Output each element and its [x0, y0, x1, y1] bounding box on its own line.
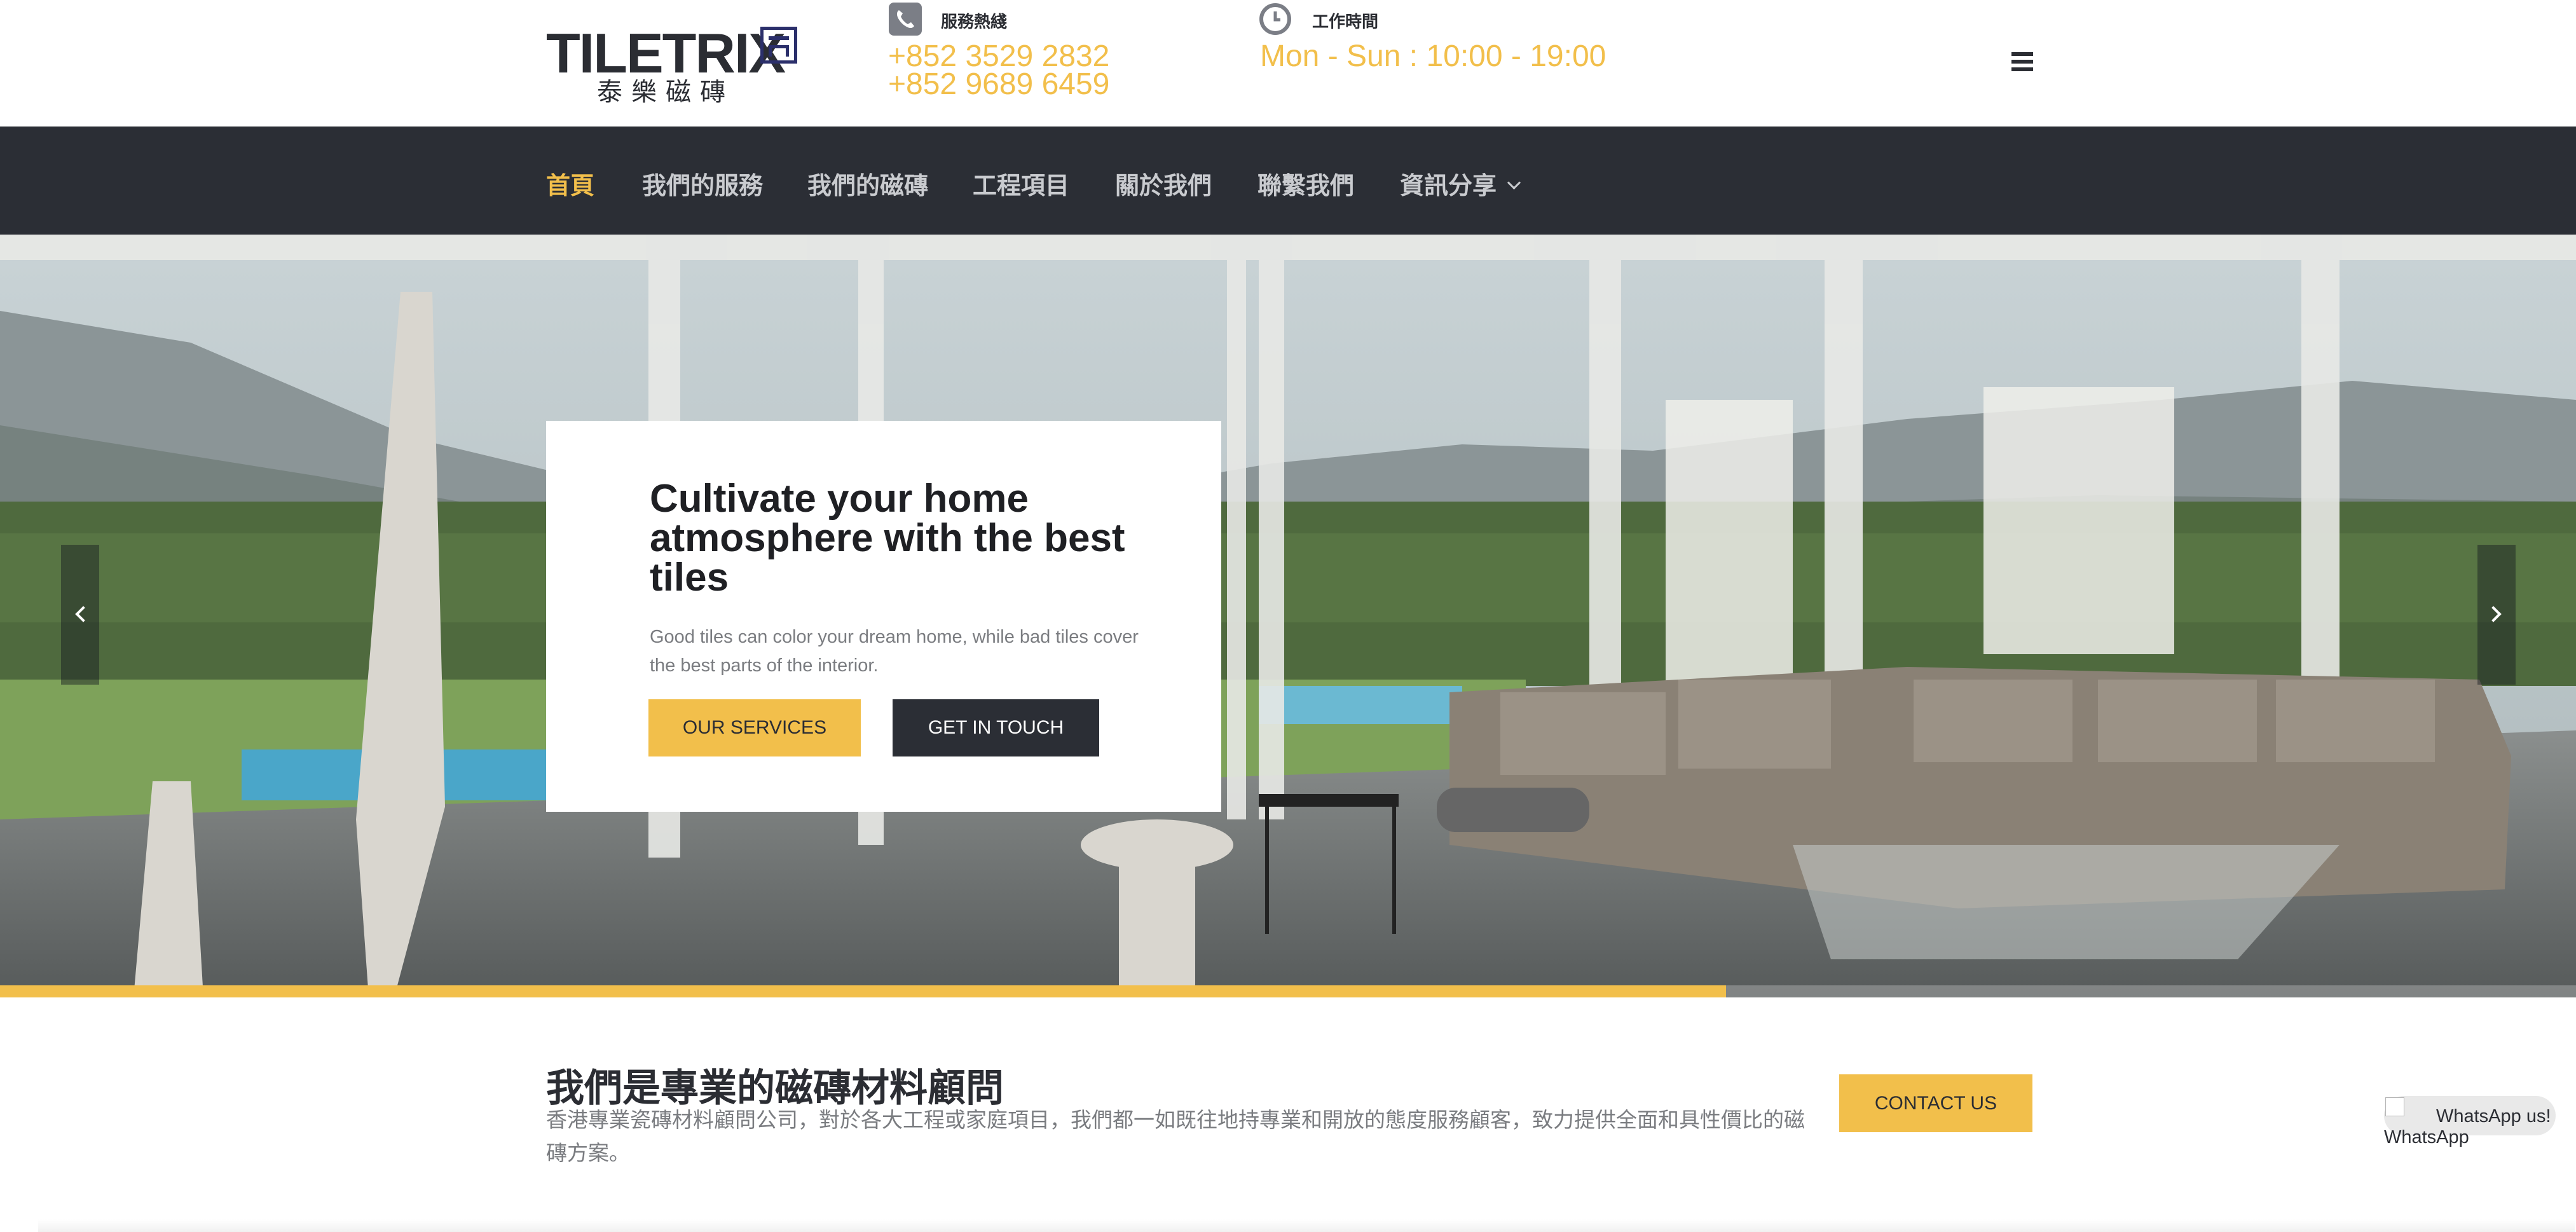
whatsapp-alt-text: WhatsApp	[2384, 1127, 2469, 1147]
nav-item-news-label: 資訊分享	[1400, 173, 1497, 200]
nav-item-about[interactable]: 關於我們	[1115, 166, 1212, 201]
phone-label: 服務熱綫	[941, 12, 1008, 31]
contact-us-button[interactable]: CONTACT US	[1839, 1074, 2032, 1132]
nav-item-services[interactable]: 我們的服務	[642, 166, 763, 201]
nav-item-tiles[interactable]: 我們的磁磚	[807, 166, 928, 201]
whatsapp-bubble-text[interactable]: WhatsApp us!	[2436, 1106, 2551, 1127]
site-logo[interactable]: TILETRIX 泰樂磁磚	[546, 25, 797, 107]
whatsapp-icon	[2385, 1097, 2404, 1116]
slide-progress-bar	[0, 985, 1726, 997]
chevron-down-icon	[1507, 175, 1521, 190]
hero-card: Cultivate your home atmosphere with the …	[546, 421, 1221, 812]
phone-number-2[interactable]: +852 9689 6459	[888, 69, 1109, 100]
hero-background-image	[0, 235, 2576, 997]
section-divider	[38, 1219, 2575, 1232]
clock-icon	[1259, 3, 1291, 35]
main-navigation: 首頁 我們的服務 我們的磁磚 工程項目 關於我們 聯繫我們 資訊分享	[0, 127, 2576, 235]
phone-icon	[889, 3, 922, 36]
logo-emblem-icon	[760, 27, 797, 64]
hero-next-arrow-icon[interactable]	[2477, 545, 2516, 685]
get-in-touch-button[interactable]: GET IN TOUCH	[893, 699, 1099, 756]
top-header: TILETRIX 泰樂磁磚 服務熱綫 +852 3529 2832 +852 9…	[0, 0, 2576, 127]
nav-item-home[interactable]: 首頁	[546, 166, 594, 201]
nav-item-news-dropdown[interactable]: 資訊分享	[1400, 166, 1521, 201]
hours-label: 工作時間	[1312, 12, 1379, 31]
nav-item-projects[interactable]: 工程項目	[973, 166, 1069, 201]
intro-description: 香港專業瓷磚材料顧問公司，對於各大工程或家庭項目，我們都一如既往地持專業和開放的…	[546, 1108, 1805, 1165]
nav-item-contact[interactable]: 聯繫我們	[1257, 166, 1354, 201]
hero-description: Good tiles can color your dream home, wh…	[650, 627, 1139, 676]
hamburger-menu-icon[interactable]	[2011, 52, 2033, 72]
our-services-button[interactable]: OUR SERVICES	[648, 699, 861, 756]
hours-value: Mon - Sun : 10:00 - 19:00	[1260, 39, 1607, 73]
hero-title: Cultivate your home atmosphere with the …	[650, 477, 1125, 599]
logo-chinese-name: 泰樂磁磚	[597, 78, 734, 107]
hero-prev-arrow-icon[interactable]	[61, 545, 99, 685]
hero-slider: Cultivate your home atmosphere with the …	[0, 235, 2576, 997]
